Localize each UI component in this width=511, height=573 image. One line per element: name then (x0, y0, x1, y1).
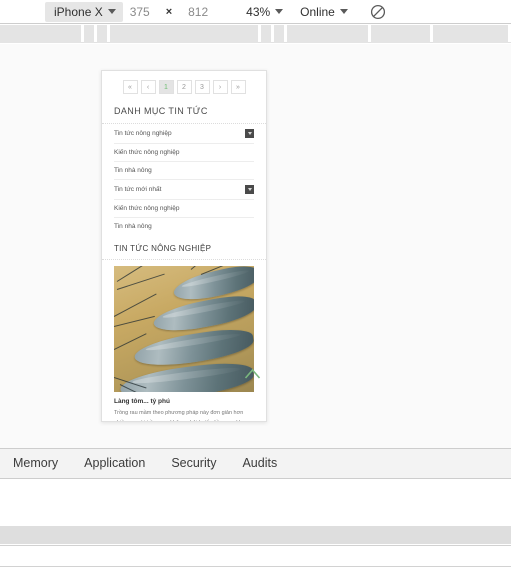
chevron-down-icon (275, 9, 284, 14)
category-item-label: Kiến thức nông nghiệp (114, 205, 180, 212)
category-item-label: Kiến thức nông nghiệp (114, 149, 180, 156)
devtools-tab-bar: Memory Application Security Audits (0, 448, 511, 479)
category-item[interactable]: Tin nhà nông (114, 162, 254, 180)
placeholder-segment (84, 25, 94, 43)
screenshot-root: iPhone X 375 × 812 43% Online «‹ 1 2 3 ›» (0, 0, 511, 573)
tab-audits[interactable]: Audits (229, 448, 290, 479)
article-title[interactable]: Làng tôm... tỷ phú (114, 392, 254, 408)
category-item[interactable]: Kiến thức nông nghiệp (114, 200, 254, 218)
category-item-label: Tin tức nông nghiệp (114, 130, 172, 137)
zoom-selector[interactable]: 43% (246, 4, 284, 19)
category-item[interactable]: Tin tức mới nhất (114, 180, 254, 200)
back-to-top-button[interactable] (243, 365, 261, 381)
shrimp-antenna (114, 316, 155, 328)
panel-empty-lower (0, 546, 511, 566)
category-item[interactable]: Tin tức nông nghiệp (114, 124, 254, 144)
pagination: «‹ 1 2 3 ›» (102, 71, 266, 100)
tab-application[interactable]: Application (71, 448, 158, 479)
network-status-label: Online (300, 4, 335, 19)
pagination-item-5[interactable]: 3 (194, 80, 210, 94)
chevron-down-icon[interactable] (245, 185, 254, 194)
pagination-item-4[interactable]: 2 (176, 80, 192, 94)
placeholder-segment (109, 25, 258, 43)
panel-bottom-line (0, 566, 511, 567)
category-item-label: Tin nhà nông (114, 167, 152, 174)
zoom-level-label: 43% (246, 4, 271, 19)
dimension-separator-icon: × (165, 5, 173, 18)
article-description: Trồng rau mầm theo phương pháp này đơn g… (114, 410, 248, 421)
panel-divider-bar (0, 526, 511, 544)
device-selector[interactable]: iPhone X (45, 1, 123, 22)
placeholder-segment (273, 25, 284, 43)
shrimp-antenna (116, 266, 165, 283)
placeholder-segment (432, 25, 508, 43)
placeholder-segment (0, 25, 81, 43)
category-item-label: Tin tức mới nhất (114, 186, 162, 193)
pagination-item-6[interactable]: › (212, 80, 228, 94)
device-selector-label: iPhone X (54, 4, 103, 19)
chevron-down-icon (107, 9, 116, 14)
chevron-down-icon (339, 9, 348, 14)
shrimp-antenna (114, 294, 157, 318)
category-item[interactable]: Kiến thức nông nghiệp (114, 144, 254, 162)
article-card[interactable]: Làng tôm... tỷ phú Trồng rau mầm theo ph… (102, 260, 266, 421)
shrimp-photo (114, 266, 254, 392)
placeholder-segment (260, 25, 271, 43)
category-list: Tin tức nông nghiệp Kiến thức nông nghiệp… (102, 124, 266, 235)
pagination-item-2[interactable]: ‹ (140, 80, 156, 94)
category-section-heading: DANH MỤC TIN TỨC (102, 100, 266, 124)
device-toolbar: iPhone X 375 × 812 43% Online (0, 0, 511, 24)
chevron-down-icon[interactable] (245, 129, 254, 138)
pagination-item-1[interactable]: « (122, 80, 138, 94)
pagination-item-7[interactable]: » (230, 80, 246, 94)
category-item-label: Tin nhà nông (114, 223, 152, 230)
panel-empty-upper (0, 480, 511, 526)
category-item[interactable]: Tin nhà nông (114, 218, 254, 235)
placeholder-segment (96, 25, 107, 43)
pagination-item-3[interactable]: 1 (158, 80, 174, 94)
network-throttling-selector[interactable]: Online (300, 5, 348, 19)
device-width-input[interactable]: 375 (123, 5, 157, 19)
rotate-icon[interactable] (370, 4, 386, 20)
device-viewport-area: «‹ 1 2 3 ›» DANH MỤC TIN TỨC Tin tức nông ng… (0, 44, 511, 448)
placeholder-segment (370, 25, 430, 43)
device-frame: «‹ 1 2 3 ›» DANH MỤC TIN TỨC Tin tức nông ng… (101, 70, 267, 422)
placeholder-toolbar-strip (0, 25, 511, 43)
placeholder-segment (286, 25, 368, 43)
device-height-input[interactable]: 812 (181, 5, 215, 19)
news-section-heading: TIN TỨC NÔNG NGHIỆP (102, 235, 266, 260)
tab-security[interactable]: Security (158, 448, 229, 479)
shrimp-shape (118, 358, 254, 392)
tab-memory[interactable]: Memory (0, 448, 71, 479)
